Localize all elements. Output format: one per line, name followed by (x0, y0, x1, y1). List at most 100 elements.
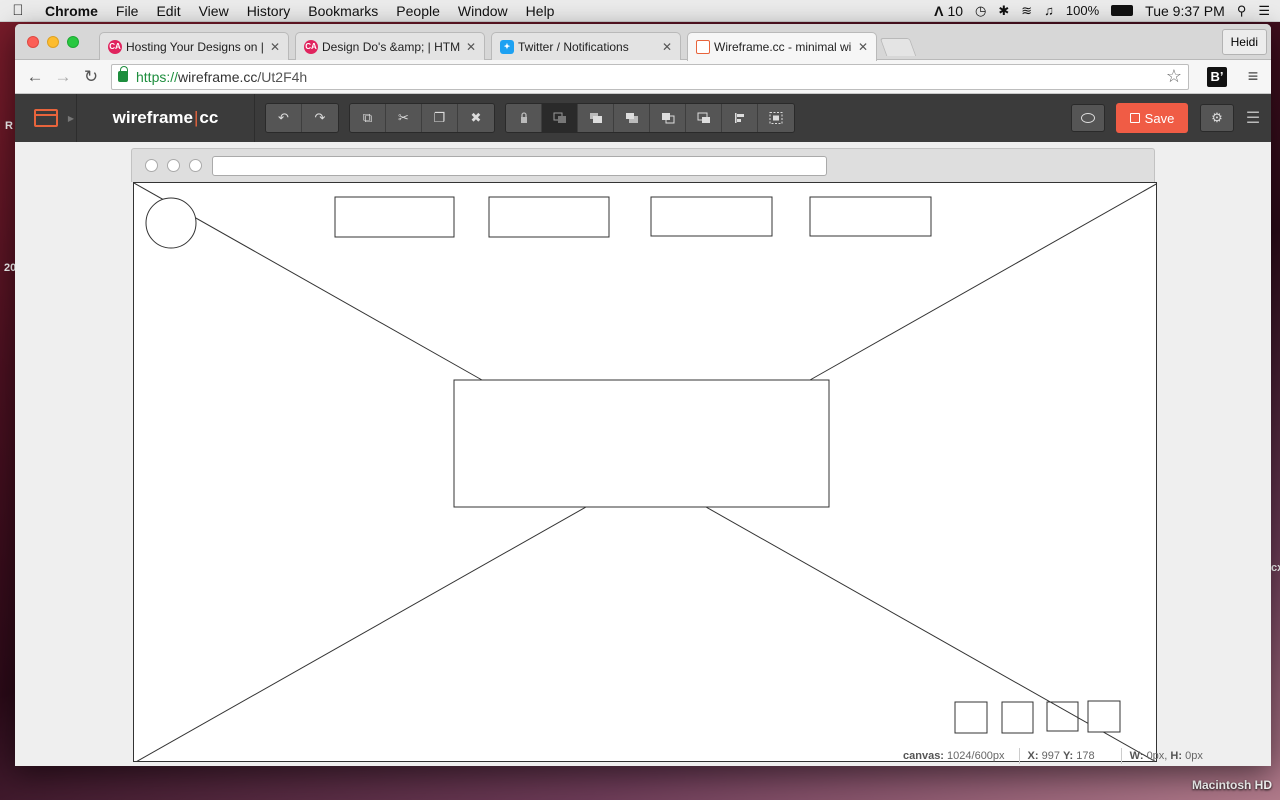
desktop-icon-label: R (5, 120, 13, 132)
menu-bookmarks[interactable]: Bookmarks (299, 3, 387, 19)
hamburger-menu-icon[interactable]: ☰ (1241, 104, 1265, 132)
minimize-window-button[interactable] (47, 36, 59, 48)
duplicate-icon: ⧉ (362, 110, 373, 125)
close-tab-icon[interactable]: ✕ (270, 40, 280, 54)
brand-divider: | (193, 108, 199, 127)
bluetooth-icon[interactable]: ✱ (998, 3, 1009, 19)
small-square-shape[interactable] (1046, 701, 1079, 732)
scissors-icon: ✂ (398, 110, 409, 125)
macintosh-hd-label[interactable]: Macintosh HD (1192, 778, 1272, 792)
nav-box-shape[interactable] (334, 196, 455, 238)
menu-history[interactable]: History (238, 3, 300, 19)
battery-icon[interactable] (1111, 5, 1134, 16)
bring-forward-icon (589, 113, 602, 123)
menu-window[interactable]: Window (449, 3, 517, 19)
bookmark-star-icon[interactable]: ☆ (1166, 66, 1182, 87)
close-icon: ✖ (470, 110, 482, 125)
bring-forward-button[interactable] (578, 104, 614, 132)
reload-icon[interactable]: ↻ (79, 65, 103, 89)
bring-to-front-button[interactable] (542, 104, 578, 132)
send-to-back-button[interactable] (650, 104, 686, 132)
wireframe-canvas[interactable] (133, 182, 1157, 762)
time-machine-icon[interactable]: ◷ (975, 3, 986, 19)
logo-circle-shape[interactable] (145, 197, 197, 249)
redo-button[interactable]: ↷ (302, 104, 338, 132)
adobe-icon[interactable]: Λ (934, 3, 943, 19)
delete-button[interactable]: ✖ (458, 104, 494, 132)
nav-box-shape[interactable] (488, 196, 610, 238)
lock-icon[interactable] (118, 66, 128, 82)
h-label: H: (1170, 750, 1183, 762)
nav-box-shape[interactable] (650, 196, 773, 237)
url-host: wireframe.cc (178, 68, 258, 85)
nav-box-shape[interactable] (809, 196, 932, 237)
small-square-shape[interactable] (1001, 701, 1034, 734)
send-to-back-icon (661, 113, 674, 124)
zoom-window-button[interactable] (67, 36, 79, 48)
notification-center-icon[interactable]: ☰ (1258, 3, 1270, 19)
send-backward-button[interactable] (614, 104, 650, 132)
forward-arrow-icon[interactable]: → (51, 65, 75, 89)
menu-file[interactable]: File (107, 3, 148, 19)
close-window-button[interactable] (27, 36, 39, 48)
group-button[interactable] (686, 104, 722, 132)
small-square-shape[interactable] (954, 701, 988, 734)
arrange-group (505, 103, 795, 133)
close-tab-icon[interactable]: ✕ (662, 40, 672, 54)
settings-button[interactable]: ⚙ (1200, 104, 1234, 132)
mock-url-bar[interactable] (212, 156, 827, 176)
new-tab-button[interactable] (879, 38, 917, 56)
app-menu-button[interactable]: ▶ (15, 94, 77, 142)
comment-button[interactable] (1071, 104, 1105, 132)
desktop-icon-label: cx (1271, 562, 1280, 574)
menu-people[interactable]: People (387, 3, 449, 19)
tab-strip: CA Hosting Your Designs on | ✕ CA Design… (15, 24, 1271, 61)
menu-app-chrome[interactable]: Chrome (36, 3, 107, 19)
spotlight-search-icon[interactable]: ⚲ (1237, 3, 1247, 19)
editor-stage: canvas: 1024/600px X: 997 Y: 178 W: 0px,… (15, 142, 1271, 766)
tab-design-dos[interactable]: CA Design Do's &amp; | HTML ✕ (295, 32, 485, 60)
volume-icon[interactable]: ♫ (1044, 3, 1054, 18)
menu-help[interactable]: Help (517, 3, 564, 19)
lock-button[interactable] (506, 104, 542, 132)
window-controls (27, 36, 79, 48)
duplicate-button[interactable]: ⧉ (350, 104, 386, 132)
w-label: W: (1129, 750, 1144, 762)
undo-button[interactable]: ↶ (266, 104, 302, 132)
redo-icon: ↷ (314, 110, 326, 125)
brand-name: wireframe (112, 108, 193, 127)
center-box-shape[interactable] (453, 379, 830, 508)
paste-button[interactable]: ❐ (422, 104, 458, 132)
small-square-shape[interactable] (1087, 700, 1121, 733)
wifi-icon[interactable]: ≋ (1021, 3, 1032, 19)
chrome-menu-icon[interactable]: ≡ (1243, 66, 1263, 87)
url-path: /Ut2F4h (257, 68, 308, 85)
speech-bubble-icon (1081, 113, 1095, 123)
align-button[interactable] (722, 104, 758, 132)
select-area-button[interactable] (758, 104, 794, 132)
back-arrow-icon[interactable]: ← (23, 65, 47, 89)
close-tab-icon[interactable]: ✕ (858, 40, 868, 54)
brand-logo: wireframe | cc (77, 94, 255, 142)
menu-view[interactable]: View (190, 3, 238, 19)
tab-twitter-notifications[interactable]: ✦ Twitter / Notifications ✕ (491, 32, 681, 60)
clock[interactable]: Tue 9:37 PM (1145, 3, 1225, 19)
tab-wireframe-cc[interactable]: Wireframe.cc - minimal wir ✕ (687, 32, 877, 61)
apple-icon[interactable]:  (0, 2, 36, 19)
url-input[interactable]: https:// wireframe.cc /Ut2F4h ☆ (111, 63, 1189, 90)
floppy-disk-icon (1129, 113, 1140, 123)
save-label: Save (1144, 110, 1175, 126)
extension-b-icon[interactable]: B’ (1207, 66, 1227, 87)
menu-edit[interactable]: Edit (147, 3, 189, 19)
lock-icon (520, 112, 527, 123)
close-tab-icon[interactable]: ✕ (466, 40, 476, 54)
cursor-position-readout: X: 997 Y: 178 (1018, 748, 1103, 764)
profile-button[interactable]: Heidi (1221, 29, 1267, 55)
save-button[interactable]: Save (1116, 103, 1188, 133)
group-icon (697, 112, 710, 123)
align-left-icon (734, 113, 744, 123)
cut-button[interactable]: ✂ (386, 104, 422, 132)
browser-window: CA Hosting Your Designs on | ✕ CA Design… (15, 24, 1271, 766)
wireframe-drawing[interactable] (134, 183, 1157, 762)
tab-hosting-designs[interactable]: CA Hosting Your Designs on | ✕ (99, 32, 289, 60)
